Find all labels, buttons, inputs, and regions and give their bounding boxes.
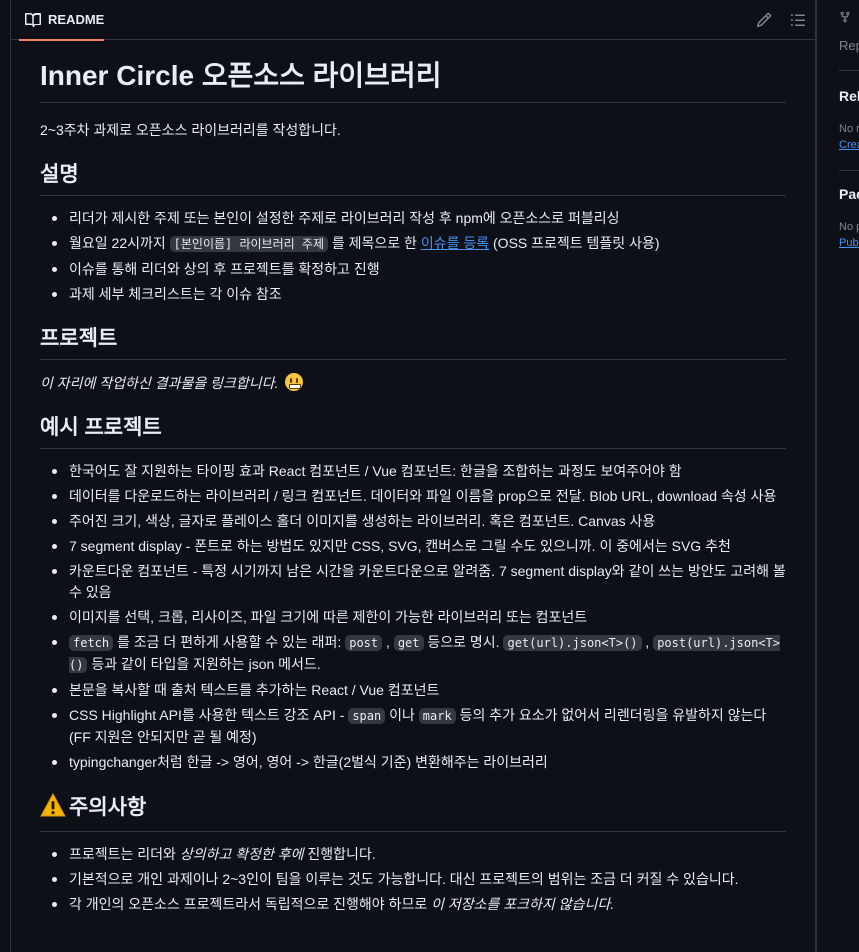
text: 프로젝트는 리더와 [69, 846, 180, 862]
readme-header: README [11, 0, 815, 41]
readme-tab[interactable]: README [11, 0, 112, 41]
heading-project: 프로젝트 [40, 325, 786, 360]
list-item: 7 segment display - 폰트로 하는 방법도 있지만 CSS, … [40, 536, 786, 557]
list-item: 기본적으로 개인 과제이나 2~3인이 팀을 이루는 것도 가능합니다. 대신 … [40, 869, 786, 890]
text: 진행합니다. [303, 846, 376, 862]
list-item: 본문을 복사할 때 출처 텍스트를 추가하는 React / Vue 컴포넌트 [40, 680, 786, 701]
fork-icon [839, 10, 851, 27]
sidebar-packages-empty: No p [839, 221, 859, 233]
inline-code: mark [418, 708, 456, 724]
list-item: 과제 세부 체크리스트는 각 이슈 참조 [40, 284, 786, 305]
list-item: 이미지를 선택, 크롭, 리사이즈, 파일 크기에 따른 제한이 가능한 라이브… [40, 607, 786, 628]
text: 를 조금 더 편하게 사용할 수 있는 래퍼: [113, 634, 346, 650]
text: , [382, 634, 394, 650]
text: CSS Highlight API를 사용한 텍스트 강조 API - [69, 707, 349, 723]
repo-sidebar: Rep Rel No r Crea Pac No p Publ [816, 0, 859, 952]
book-icon [25, 12, 41, 28]
heading-caution-text: 주의사항 [69, 796, 147, 819]
list-item: 데이터를 다운로드하는 라이브러리 / 링크 컴포넌트. 데이터와 파일 이름을… [40, 486, 786, 507]
list-item: 월요일 22시까지 [본인이름] 라이브러리 주제 를 제목으로 한 이슈를 등… [40, 233, 786, 255]
list-item: fetch 를 조금 더 편하게 사용할 수 있는 래퍼: post , get… [40, 632, 786, 676]
list-item: 카운트다운 컴포넌트 - 특정 시기까지 남은 시간을 카운트다운으로 알려줌.… [40, 561, 786, 603]
sidebar-divider [839, 70, 859, 71]
emphasis: 이 저장소를 포크하지 않습니다. [431, 896, 615, 912]
inline-code: get(url).json<T>() [503, 635, 642, 651]
heading-description: 설명 [40, 161, 786, 196]
header-actions [747, 0, 815, 40]
text: , [641, 634, 654, 650]
text: 등과 같이 타입을 지원하는 json 메서드. [87, 656, 321, 672]
heading-caution: 주의사항 [40, 792, 786, 832]
project-note: 이 자리에 작업하신 결과물을 링크합니다. [40, 372, 786, 394]
list-item: 주어진 크기, 색상, 글자로 플레이스 홀더 이미지를 생성하는 라이브러리.… [40, 511, 786, 532]
sidebar-releases-link[interactable]: Crea [839, 139, 859, 151]
text: 각 개인의 오픈소스 프로젝트라서 독립적으로 진행해야 하므로 [69, 896, 432, 912]
inline-code: [본인이름] 라이브러리 주제 [169, 236, 328, 252]
readme-body: Inner Circle 오픈소스 라이브러리 2~3주차 과제로 오픈소스 라… [11, 40, 815, 915]
sidebar-divider [839, 170, 859, 171]
readme-tab-label: README [48, 12, 105, 27]
emphasis: 상의하고 확정한 후에 [179, 846, 304, 862]
description-list: 리더가 제시한 주제 또는 본인이 설정한 주제로 라이브러리 작성 후 npm… [40, 208, 786, 305]
list-item: 각 개인의 오픈소스 프로젝트라서 독립적으로 진행해야 하므로 이 저장소를 … [40, 894, 786, 915]
sidebar-packages-link[interactable]: Publ [839, 237, 859, 249]
heading-examples: 예시 프로젝트 [40, 414, 786, 449]
caution-list: 프로젝트는 리더와 상의하고 확정한 후에 진행합니다. 기본적으로 개인 과제… [40, 844, 786, 915]
examples-list: 한국어도 잘 지원하는 타이핑 효과 React 컴포넌트 / Vue 컴포넌트… [40, 461, 786, 773]
inline-code: get [393, 635, 424, 651]
inline-code: fetch [69, 635, 114, 651]
text: 이나 [385, 707, 419, 723]
text: 등으로 명시. [423, 634, 504, 650]
list-item: typingchanger처럼 한글 -> 영어, 영어 -> 한글(2벌식 기… [40, 752, 786, 773]
intro-text: 2~3주차 과제로 오픈소스 라이브러리를 작성합니다. [40, 122, 341, 138]
inline-code: post [345, 635, 383, 651]
list-item: CSS Highlight API를 사용한 텍스트 강조 API - span… [40, 705, 786, 748]
text: 를 제목으로 한 [327, 235, 421, 251]
list-item: 한국어도 잘 지원하는 타이핑 효과 React 컴포넌트 / Vue 컴포넌트… [40, 461, 786, 482]
text: 월요일 22시까지 [69, 235, 170, 251]
list-unordered-icon[interactable] [781, 0, 815, 40]
sidebar-packages-heading[interactable]: Pac [839, 186, 859, 202]
project-note-text: 이 자리에 작업하신 결과물을 링크합니다. [40, 375, 279, 391]
readme-panel: README Inner Circle 오픈소스 라이브러리 2~3주차 과제로… [10, 0, 816, 952]
list-item: 프로젝트는 리더와 상의하고 확정한 후에 진행합니다. [40, 844, 786, 865]
grinning-face-icon [285, 373, 304, 391]
list-item: 이슈를 통해 리더와 상의 후 프로젝트를 확정하고 진행 [40, 259, 786, 280]
sidebar-releases-heading[interactable]: Rel [839, 88, 859, 104]
readme-title: Inner Circle 오픈소스 라이브러리 [40, 58, 786, 103]
text: (OSS 프로젝트 템플릿 사용) [489, 235, 660, 251]
pencil-icon[interactable] [747, 0, 781, 40]
sidebar-rep-label: Rep [839, 38, 859, 53]
sidebar-releases-empty: No r [839, 123, 859, 135]
issue-link[interactable]: 이슈를 등록 [421, 235, 489, 251]
warning-icon [40, 792, 66, 825]
list-item: 리더가 제시한 주제 또는 본인이 설정한 주제로 라이브러리 작성 후 npm… [40, 208, 786, 229]
inline-code: span [348, 708, 386, 724]
